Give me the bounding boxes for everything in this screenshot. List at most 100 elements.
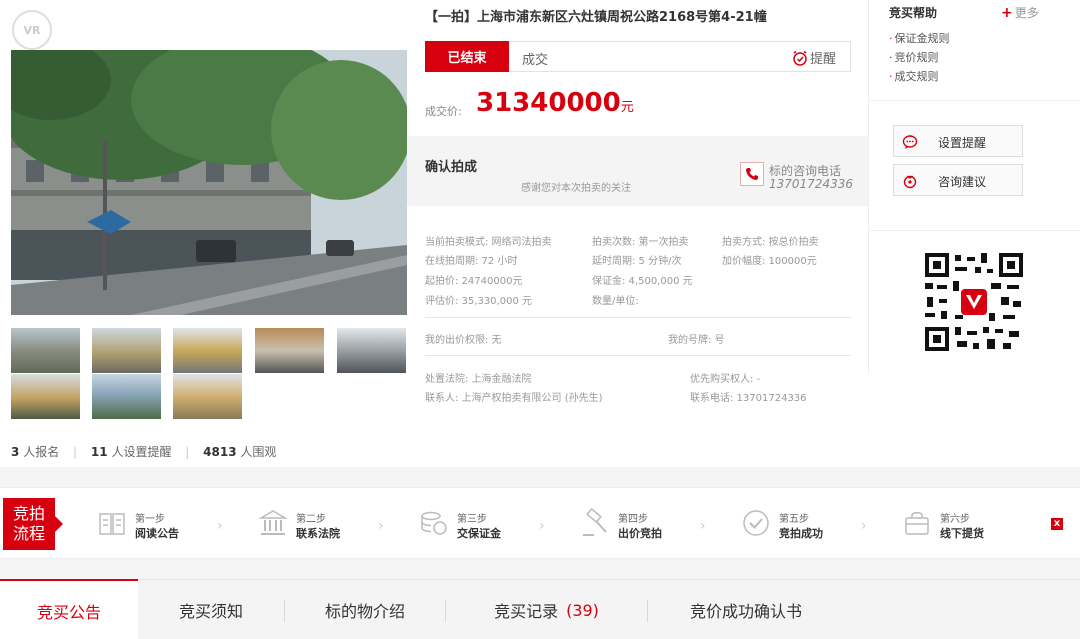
step-name: 联系法院: [296, 527, 340, 540]
divider: [425, 317, 851, 318]
main-photo[interactable]: [11, 50, 407, 315]
street-photo: [11, 50, 407, 315]
price-label: 成交价:: [425, 105, 462, 118]
advice-button[interactable]: 咨询建议: [893, 164, 1023, 196]
reminders-count: 11: [90, 445, 108, 459]
chat-bubble-icon: [902, 135, 918, 149]
shopping-bag-icon: [905, 512, 929, 535]
chevron-right-icon: ›: [378, 518, 384, 534]
flow-badge: 竞拍 流程: [3, 498, 63, 550]
step-name: 竞拍成功: [779, 527, 823, 540]
thumbnail-5[interactable]: [337, 328, 406, 373]
step-name: 阅读公告: [135, 527, 179, 540]
step-label: 第一步: [135, 514, 165, 525]
advice-label: 咨询建议: [938, 175, 987, 189]
help-more-link[interactable]: + 更多: [1001, 4, 1039, 21]
thumbnail-3[interactable]: [173, 328, 242, 373]
set-remind-label: 设置提醒: [938, 136, 987, 150]
info-priority: 优先购买权人: -: [690, 374, 761, 385]
step-label: 第三步: [457, 514, 487, 525]
registered-count: 3: [11, 445, 20, 459]
my-bid-number: 我的号牌: 号: [668, 335, 725, 346]
auction-stats: 3 人报名 | 11 人设置提醒 | 4813 人围观: [11, 445, 277, 459]
right-sidebar: 竞买帮助 +更多 保证金规则 竞价规则 成交规则 设置提醒 咨询建议: [868, 0, 1080, 374]
remind-label: 提醒: [809, 52, 836, 67]
alarm-clock-icon: [793, 50, 807, 66]
info-contact: 联系人: 上海产权拍卖有限公司 (孙先生): [425, 393, 603, 404]
chevron-right-icon: ›: [700, 518, 706, 534]
help-title: 竞买帮助: [889, 6, 938, 20]
help-link-deal-rules[interactable]: 成交规则: [889, 68, 939, 84]
phone-icon: [740, 162, 764, 186]
section-gap: [0, 559, 1080, 579]
close-icon[interactable]: x: [1051, 518, 1063, 530]
remind-link[interactable]: 提醒: [792, 48, 836, 67]
consult-phone-number: 13701724336: [769, 177, 853, 191]
status-tag: 已结束: [425, 41, 509, 72]
info-times: 拍卖次数: 第一次拍卖: [592, 237, 689, 248]
divider: [869, 230, 1080, 231]
help-more-label: 更多: [1014, 6, 1039, 20]
flow-step-1: 第一步 阅读公告: [97, 502, 207, 546]
step-label: 第五步: [779, 514, 809, 525]
step-name: 线下提货: [940, 527, 984, 540]
tab-label: 竞买记录: [494, 602, 559, 621]
thumbnail-2[interactable]: [92, 328, 161, 373]
status-bar: 已结束 成交 提醒: [425, 41, 851, 72]
thumbnail-1[interactable]: [11, 328, 80, 373]
thumbnail-4[interactable]: [255, 328, 324, 373]
price-unit: 元: [620, 100, 634, 115]
info-method: 拍卖方式: 按总价拍卖: [722, 237, 819, 248]
info-court: 处置法院: 上海金融法院: [425, 374, 532, 385]
tab-success-confirmation[interactable]: 竞价成功确认书: [648, 580, 844, 639]
help-link-bid-rules[interactable]: 竞价规则: [889, 49, 939, 65]
tab-label: 竞买公告: [36, 602, 101, 622]
info-deposit: 保证金: 4,500,000 元: [592, 276, 693, 287]
flow-step-4: 第四步 出价竞拍: [580, 502, 690, 546]
advice-icon: [903, 175, 917, 189]
auction-flow-bar: 竞拍 流程 第一步 阅读公告 › 第二步 联系法院 › 第三步 交保证金 › 第…: [0, 487, 1080, 559]
info-start-price: 起拍价: 24740000元: [425, 276, 523, 287]
chevron-right-icon: ›: [217, 518, 223, 534]
check-circle-icon: [743, 510, 769, 536]
book-icon: [99, 513, 125, 535]
flow-step-5: 第五步 竞拍成功: [741, 502, 851, 546]
help-link-deposit-rules[interactable]: 保证金规则: [889, 30, 950, 46]
watchers-label: 人围观: [240, 445, 277, 459]
thumbnail-7[interactable]: [92, 374, 161, 419]
step-label: 第六步: [940, 514, 970, 525]
tab-bid-records[interactable]: 竞买记录 (39): [446, 580, 647, 639]
info-online-cycle: 在线拍周期: 72 小时: [425, 256, 518, 267]
chevron-right-icon: ›: [861, 518, 867, 534]
confirm-box: 确认拍成 感谢您对本次拍卖的关注 标的咨询电话 13701724336: [407, 136, 868, 206]
reminders-label: 人设置提醒: [111, 445, 172, 459]
tab-label: 标的物介绍: [324, 602, 405, 621]
confirm-title: 确认拍成: [425, 160, 478, 175]
step-name: 出价竞拍: [618, 527, 662, 540]
gavel-icon: [583, 508, 607, 536]
price-amount: 31340000: [476, 88, 621, 118]
tab-auction-notice[interactable]: 竞买公告: [0, 579, 138, 639]
info-quantity: 数量/单位:: [592, 296, 639, 307]
step-label: 第四步: [618, 514, 648, 525]
divider: [425, 355, 851, 356]
price-value: 31340000元: [476, 88, 634, 118]
registered-label: 人报名: [23, 445, 60, 459]
tab-bidding-terms[interactable]: 竞买须知: [138, 580, 284, 639]
divider: [869, 100, 1080, 101]
tab-label: 竞买须知: [178, 602, 243, 621]
watermark-logo: VR: [12, 10, 52, 50]
flow-step-2: 第二步 联系法院: [258, 502, 368, 546]
flow-badge-label: 竞拍 流程: [12, 504, 45, 543]
step-label: 第二步: [296, 514, 326, 525]
plus-icon: +: [1001, 5, 1013, 21]
flow-step-6: 第六步 线下提货: [902, 502, 1012, 546]
auction-title: 【一拍】上海市浦东新区六灶镇周祝公路2168号第4-21幢: [425, 10, 767, 25]
court-building-icon: [258, 510, 288, 535]
info-appraisal: 评估价: 35,330,000 元: [425, 296, 532, 307]
tab-item-intro[interactable]: 标的物介绍: [285, 580, 445, 639]
section-gap: [0, 467, 1080, 487]
set-remind-button[interactable]: 设置提醒: [893, 125, 1023, 157]
thumbnail-6[interactable]: [11, 374, 80, 419]
thumbnail-8[interactable]: [173, 374, 242, 419]
